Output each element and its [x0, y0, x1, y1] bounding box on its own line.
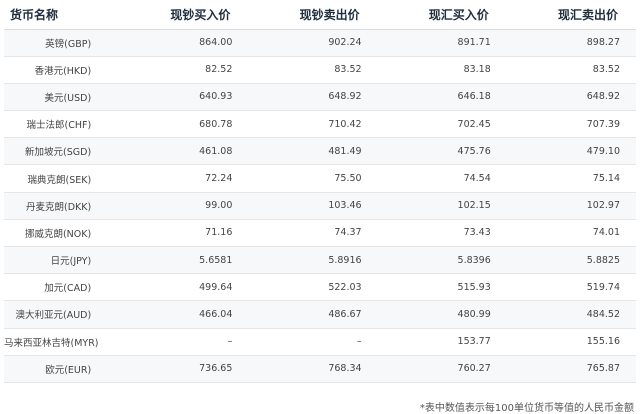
table-row: 英镑(GBP) 864.00 902.24 891.71 898.27 [4, 29, 636, 57]
cash-buy-cell: 72.24 [119, 164, 249, 193]
spot-buy-cell: 102.15 [377, 192, 507, 220]
spot-sell-cell: 74.01 [506, 219, 636, 248]
spot-sell-cell: 83.52 [506, 56, 636, 84]
table-row: 瑞士法郎(CHF) 680.78 710.42 702.45 707.39 [4, 110, 636, 139]
table-row: 瑞典克朗(SEK) 72.24 75.50 74.54 75.14 [4, 164, 636, 193]
header-row: 货币名称 现钞买入价 现钞卖出价 现汇买入价 现汇卖出价 [4, 0, 636, 30]
spot-buy-cell: 5.8396 [377, 246, 507, 275]
cash-buy-cell: 461.08 [119, 137, 249, 166]
exchange-rate-page: 货币名称 现钞买入价 现钞卖出价 现汇买入价 现汇卖出价 英镑(GBP) 864.… [0, 0, 640, 414]
table-row: 挪威克朗(NOK) 71.16 74.37 73.43 74.01 [4, 219, 636, 248]
currency-name-cell: 澳大利亚元(AUD) [4, 300, 120, 329]
table-row: 美元(USD) 640.93 648.92 646.18 648.92 [4, 83, 636, 112]
currency-name-cell: 新加坡元(SGD) [4, 137, 120, 166]
header-cash-sell: 现钞卖出价 [248, 0, 378, 30]
spot-sell-cell: 155.16 [506, 328, 636, 356]
currency-name-cell: 香港元(HKD) [4, 56, 120, 84]
currency-name-cell: 英镑(GBP) [4, 29, 120, 57]
cash-sell-cell: 103.46 [248, 192, 378, 220]
cash-buy-cell: 499.64 [119, 273, 249, 302]
cash-sell-cell: 522.03 [248, 273, 378, 302]
currency-name-cell: 瑞典克朗(SEK) [4, 164, 120, 193]
spot-buy-cell: 83.18 [377, 56, 507, 84]
cash-sell-cell: 768.34 [248, 355, 378, 383]
cash-sell-cell: 902.24 [248, 29, 378, 57]
spot-buy-cell: 480.99 [377, 300, 507, 329]
header-cash-buy: 现钞买入价 [119, 0, 249, 30]
cash-buy-cell: 99.00 [119, 192, 249, 220]
table-row: 香港元(HKD) 82.52 83.52 83.18 83.52 [4, 56, 636, 84]
spot-sell-cell: 707.39 [506, 110, 636, 139]
spot-sell-cell: 648.92 [506, 83, 636, 112]
cash-buy-cell: – [119, 328, 249, 356]
cash-buy-cell: 680.78 [119, 110, 249, 139]
cash-sell-cell: – [248, 328, 378, 356]
table-row: 新加坡元(SGD) 461.08 481.49 475.76 479.10 [4, 137, 636, 166]
table-row: 加元(CAD) 499.64 522.03 515.93 519.74 [4, 273, 636, 302]
spot-sell-cell: 5.8825 [506, 246, 636, 275]
currency-name-cell: 日元(JPY) [4, 246, 120, 275]
spot-buy-cell: 646.18 [377, 83, 507, 112]
cash-sell-cell: 710.42 [248, 110, 378, 139]
table-footnote: *表中数值表示每100单位货币等值的人民币金额 [419, 403, 634, 414]
spot-buy-cell: 475.76 [377, 137, 507, 166]
currency-name-cell: 瑞士法郎(CHF) [4, 110, 120, 139]
cash-sell-cell: 5.8916 [248, 246, 378, 275]
spot-buy-cell: 891.71 [377, 29, 507, 57]
spot-buy-cell: 153.77 [377, 328, 507, 356]
cash-buy-cell: 640.93 [119, 83, 249, 112]
spot-sell-cell: 479.10 [506, 137, 636, 166]
cash-sell-cell: 74.37 [248, 219, 378, 248]
currency-name-cell: 马来西亚林吉特(MYR) [4, 328, 120, 356]
exchange-rate-table: 货币名称 现钞买入价 现钞卖出价 现汇买入价 现汇卖出价 英镑(GBP) 864.… [4, 0, 636, 383]
spot-buy-cell: 73.43 [377, 219, 507, 248]
cash-buy-cell: 5.6581 [119, 246, 249, 275]
currency-name-cell: 挪威克朗(NOK) [4, 219, 120, 248]
header-spot-buy: 现汇买入价 [377, 0, 507, 30]
spot-sell-cell: 102.97 [506, 192, 636, 220]
cash-buy-cell: 736.65 [119, 355, 249, 383]
spot-buy-cell: 74.54 [377, 164, 507, 193]
table-row: 欧元(EUR) 736.65 768.34 760.27 765.87 [4, 355, 636, 383]
spot-buy-cell: 515.93 [377, 273, 507, 302]
header-spot-sell: 现汇卖出价 [506, 0, 636, 30]
currency-name-cell: 丹麦克朗(DKK) [4, 192, 120, 220]
spot-sell-cell: 484.52 [506, 300, 636, 329]
cash-sell-cell: 481.49 [248, 137, 378, 166]
currency-name-cell: 欧元(EUR) [4, 355, 120, 383]
table-body: 英镑(GBP) 864.00 902.24 891.71 898.27 香港元(HKD) 8… [4, 29, 636, 383]
header-currency-name: 货币名称 [4, 0, 120, 30]
spot-sell-cell: 765.87 [506, 355, 636, 383]
spot-buy-cell: 702.45 [377, 110, 507, 139]
table-row: 丹麦克朗(DKK) 99.00 103.46 102.15 102.97 [4, 192, 636, 220]
cash-buy-cell: 864.00 [119, 29, 249, 57]
cash-buy-cell: 82.52 [119, 56, 249, 84]
cash-sell-cell: 83.52 [248, 56, 378, 84]
cash-buy-cell: 71.16 [119, 219, 249, 248]
currency-name-cell: 美元(USD) [4, 83, 120, 112]
currency-name-cell: 加元(CAD) [4, 273, 120, 302]
table-row: 马来西亚林吉特(MYR) – –153.77 155.16 [4, 328, 636, 356]
cash-sell-cell: 648.92 [248, 83, 378, 112]
spot-buy-cell: 760.27 [377, 355, 507, 383]
spot-sell-cell: 519.74 [506, 273, 636, 302]
cash-buy-cell: 466.04 [119, 300, 249, 329]
cash-sell-cell: 486.67 [248, 300, 378, 329]
table-row: 日元(JPY) 5.6581 5.8916 5.8396 5.8825 [4, 246, 636, 275]
table-header: 货币名称 现钞买入价 现钞卖出价 现汇买入价 现汇卖出价 [4, 0, 636, 30]
table-row: 澳大利亚元(AUD) 466.04 486.67 480.99 484.52 [4, 300, 636, 329]
spot-sell-cell: 75.14 [506, 164, 636, 193]
spot-sell-cell: 898.27 [506, 29, 636, 57]
cash-sell-cell: 75.50 [248, 164, 378, 193]
